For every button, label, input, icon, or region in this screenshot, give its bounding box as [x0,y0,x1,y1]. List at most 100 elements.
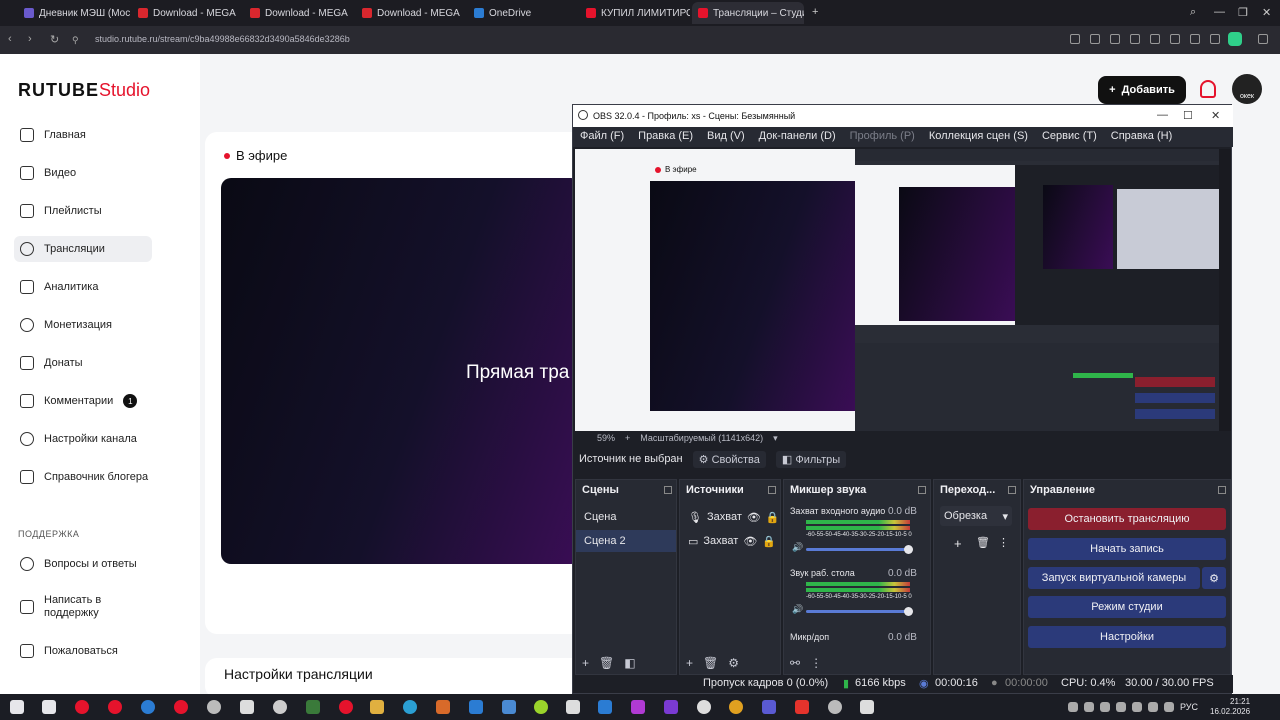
app-icon[interactable] [566,700,580,714]
sidebar-item-video[interactable]: Видео [14,160,152,186]
undock-icon[interactable] [768,486,776,494]
trash-icon[interactable]: 🗑 [703,656,718,670]
browser-tab-active[interactable]: Трансляции – Студия RU [692,2,804,24]
more-icon[interactable]: ⋮ [810,656,822,670]
browser-tab[interactable]: Download - MEGA [138,4,242,22]
network-icon[interactable] [1148,702,1158,712]
stop-stream-button[interactable]: Остановить трансляцию [1028,508,1226,530]
add-icon[interactable]: + [954,536,962,551]
app-icon[interactable] [860,700,874,714]
new-tab-button[interactable]: + [812,6,818,18]
rutube-studio-logo[interactable]: RUTUBEStudio [18,80,150,101]
app-icon[interactable] [762,700,776,714]
sidebar-item-monetization[interactable]: Монетизация [14,312,152,338]
app-icon[interactable] [534,700,548,714]
back-icon[interactable]: ‹ [8,33,12,45]
lock-icon[interactable]: 🔒 [766,511,780,524]
media-player-icon[interactable] [697,700,711,714]
tray-icon[interactable] [1100,702,1110,712]
sidebar-item-donations[interactable]: Донаты [14,350,152,376]
gear-icon[interactable] [207,700,221,714]
app-icon[interactable] [795,700,809,714]
tray-icon[interactable] [1132,702,1142,712]
link-icon[interactable]: ⚯ [790,656,800,670]
zoom-in-icon[interactable]: + [625,433,630,443]
reload-icon[interactable]: ↻ [50,33,59,46]
undock-icon[interactable] [664,486,672,494]
sidebar-item-handbook[interactable]: Справочник блогера [14,464,152,490]
forward-icon[interactable]: › [28,33,32,45]
obs-preview-canvas[interactable]: В эфире [575,149,1231,431]
scene-item-selected[interactable]: Сцена 2 [576,530,676,552]
maximize-icon[interactable]: ☐ [1183,109,1193,122]
add-icon[interactable]: + [686,656,693,670]
url-field[interactable]: studio.rutube.ru/stream/c9ba49988e66832d… [95,34,350,44]
pinterest-icon[interactable] [339,700,353,714]
store-icon[interactable] [240,700,254,714]
menu-icon[interactable] [1210,34,1220,44]
sidebar-item-report[interactable]: Пожаловаться [14,638,152,664]
close-icon[interactable]: ✕ [1211,109,1220,122]
tray-arrow-icon[interactable] [1068,702,1078,712]
volume-slider[interactable] [806,610,910,613]
task-view-icon[interactable] [42,700,56,714]
minimize-icon[interactable]: — [1214,6,1225,18]
undock-icon[interactable] [1218,486,1226,494]
volume-icon[interactable] [1164,702,1174,712]
speaker-icon[interactable]: 🔊 [792,542,803,553]
bookmark-icon[interactable] [1170,34,1180,44]
maximize-icon[interactable]: ❐ [1238,6,1248,19]
sidebar-icon[interactable] [1258,34,1268,44]
filter-icon[interactable]: ◧ [624,656,635,670]
telegram-icon[interactable] [403,700,417,714]
winrar-icon[interactable] [306,700,320,714]
trash-icon[interactable]: 🗑 [976,536,990,549]
eye-icon[interactable]: 👁 [747,511,761,524]
app-icon[interactable] [436,700,450,714]
properties-button[interactable]: ⚙ Свойства [692,450,766,468]
undock-icon[interactable] [918,486,926,494]
scene-item[interactable]: Сцена [576,506,676,528]
menu-file[interactable]: Файл (F) [573,127,631,147]
eye-icon[interactable]: 👁 [743,535,757,548]
language-indicator[interactable]: РУС [1180,702,1198,712]
start-recording-button[interactable]: Начать запись [1028,538,1226,560]
source-item[interactable]: 🎙 Захват 👁 🔒 [680,506,780,528]
browser-tab[interactable]: Дневник МЭШ (Московс [24,4,130,22]
menu-help[interactable]: Справка (H) [1104,127,1179,147]
tray-icon[interactable] [1116,702,1126,712]
extension-icon[interactable] [1130,34,1140,44]
extension-icon[interactable] [1070,34,1080,44]
menu-edit[interactable]: Правка (E) [631,127,700,147]
app-icon[interactable] [502,700,516,714]
add-button[interactable]: + Добавить [1098,76,1186,104]
volume-slider-knob[interactable] [904,607,913,616]
volume-slider[interactable] [806,548,910,551]
volume-slider-knob[interactable] [904,545,913,554]
source-item[interactable]: ▭ Захват 👁 🔒 [680,530,780,552]
menu-profile[interactable]: Профиль (P) [843,127,922,147]
sidebar-item-analytics[interactable]: Аналитика [14,274,152,300]
app-icon[interactable] [598,700,612,714]
bell-icon[interactable] [1200,80,1216,98]
extension-icon[interactable] [1110,34,1120,44]
settings-button[interactable]: Настройки [1028,626,1226,648]
browser-tab[interactable]: Download - MEGA [362,4,466,22]
menu-docks[interactable]: Док-панели (D) [752,127,843,147]
sidebar-item-broadcasts[interactable]: Трансляции [14,236,152,262]
zoom-level[interactable]: 59% [597,433,615,443]
browser-tab[interactable]: КУПИЛ ЛИМИТИРОВАН [586,4,690,22]
app-icon[interactable] [631,700,645,714]
sidebar-item-contact-support[interactable]: Написать в поддержку [14,590,152,624]
app-icon[interactable] [828,700,842,714]
chrome-icon[interactable] [729,700,743,714]
opera-icon[interactable] [75,700,89,714]
sidebar-item-playlists[interactable]: Плейлисты [14,198,152,224]
download-icon[interactable] [1190,34,1200,44]
sidebar-item-faq[interactable]: Вопросы и ответы [14,551,152,577]
scale-mode-select[interactable]: Масштабируемый (1141x642) [640,433,763,443]
sidebar-item-comments[interactable]: Комментарии 1 [14,388,152,414]
app-icon[interactable] [664,700,678,714]
yandex-icon[interactable] [108,700,122,714]
browser-tab[interactable]: Download - MEGA [250,4,354,22]
